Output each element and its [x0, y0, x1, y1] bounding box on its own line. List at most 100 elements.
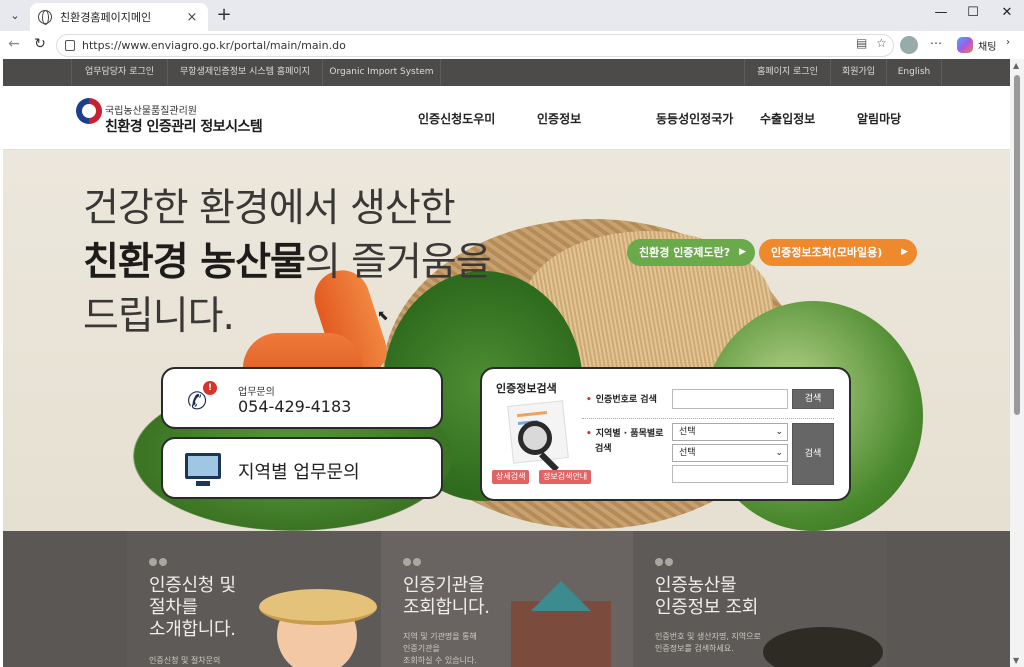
- bullet-icon: •: [586, 395, 592, 405]
- region-search-input[interactable]: [672, 465, 788, 483]
- util-staff-login[interactable]: 업무담당자 로그인: [71, 59, 167, 86]
- web-page: 업무담당자 로그인 무항생제인증정보 시스템 홈페이지 Organic Impo…: [3, 59, 1010, 667]
- dots-icon: [655, 551, 675, 570]
- profile-avatar[interactable]: [900, 36, 918, 54]
- bottom-card-desc-line: 인증기관을: [403, 644, 440, 653]
- divider: [582, 418, 834, 419]
- bottom-card-title: 인증기관을 조회합니다.: [403, 575, 490, 619]
- bottom-card-title-line: 인증농산물: [655, 575, 737, 596]
- produce-bowl-image: [763, 627, 883, 667]
- region-select[interactable]: 선택 ⌄: [672, 423, 788, 441]
- hero-line-2-rest: 의 즐거움을: [304, 240, 492, 285]
- tab-list-chevron-icon[interactable]: ⌄: [5, 5, 25, 25]
- bottom-card-procedure[interactable]: 인증신청 및 절차를 소개합니다. 인증신청 및 절차문의: [127, 531, 381, 667]
- region-inquiry-label: 지역별 업무문의: [238, 462, 360, 483]
- copilot-icon[interactable]: [957, 37, 973, 53]
- new-tab-button[interactable]: +: [214, 4, 234, 25]
- bottom-card-desc-line: 인증정보를 검색하세요.: [655, 644, 734, 653]
- chevron-down-icon: ⌄: [775, 427, 783, 437]
- mobile-cert-search-button[interactable]: 인증정보조회(모바일용) ▶: [759, 239, 917, 266]
- cert-no-input[interactable]: [672, 389, 788, 409]
- hero-line-2: 친환경 농산물의 즐거움을: [83, 231, 492, 287]
- arrow-right-icon: ▶: [739, 247, 746, 257]
- globe-icon: [38, 10, 52, 25]
- browser-tab[interactable]: 친환경홈페이지메인 ×: [30, 3, 208, 31]
- region-item-label: • 지역별 · 품목별로: [586, 426, 663, 439]
- alert-badge: !: [203, 381, 217, 395]
- item-select-value: 선택: [679, 448, 696, 458]
- bottom-card-title: 인증신청 및 절차를 소개합니다.: [149, 575, 236, 641]
- search-illustration: [498, 399, 578, 472]
- bottom-card-desc: 지역 및 기관명을 통해 인증기관을 조회하실 수 있습니다.: [403, 631, 477, 667]
- logo-system-name[interactable]: 친환경 인증관리 정보시스템: [105, 116, 263, 136]
- gnb-notice[interactable]: 알림마당: [857, 110, 901, 127]
- scroll-down-icon[interactable]: ▼: [1013, 656, 1019, 665]
- item-select[interactable]: 선택 ⌄: [672, 444, 788, 462]
- refresh-icon[interactable]: ↻: [30, 36, 50, 52]
- util-signup[interactable]: 회원가입: [830, 59, 886, 86]
- detail-search-button[interactable]: 상세검색: [492, 470, 530, 484]
- scrollbar-thumb[interactable]: [1014, 75, 1020, 415]
- maximize-button[interactable]: ☐: [958, 5, 988, 20]
- more-menu-icon[interactable]: ⋯: [930, 36, 942, 50]
- contact-card[interactable]: ✆ ! 업무문의 054-429-4183: [161, 367, 443, 429]
- gnb-cert-info[interactable]: 인증정보: [537, 110, 581, 127]
- favorite-star-icon[interactable]: ☆: [876, 36, 887, 50]
- mobile-cert-search-label: 인증정보조회(모바일용): [771, 246, 883, 259]
- util-home-login[interactable]: 홈페이지 로그인: [744, 59, 830, 86]
- site-info-icon[interactable]: [65, 40, 75, 51]
- doc-line: [517, 410, 548, 418]
- chat-label[interactable]: 채팅: [978, 38, 996, 53]
- logo-agency-name[interactable]: 국립농산물품질관리원: [105, 102, 197, 117]
- search-panel-title: 인증정보검색: [496, 382, 557, 395]
- close-window-button[interactable]: ✕: [992, 5, 1022, 20]
- minimize-button[interactable]: —: [926, 5, 956, 20]
- bottom-card-product-info[interactable]: 인증농산물 인증정보 조회 인증번호 및 생산자명, 지역으로 인증정보를 검색…: [633, 531, 887, 667]
- bottom-card-desc: 인증신청 및 절차문의: [149, 656, 221, 665]
- bottom-card-title-line: 절차를: [149, 597, 198, 618]
- bottom-card-agency[interactable]: 인증기관을 조회합니다. 지역 및 기관명을 통해 인증기관을 조회하실 수 있…: [381, 531, 633, 667]
- back-arrow-icon[interactable]: ←: [4, 36, 24, 52]
- bottom-card-desc-line: 조회하실 수 있습니다.: [403, 656, 477, 665]
- cert-system-button[interactable]: 친환경 인증제도란? ▶: [627, 239, 755, 266]
- hero-banner: 건강한 환경에서 생산한 친환경 농산물의 즐거움을 드립니다. 친환경 인증제…: [3, 151, 1010, 531]
- region-item-label-2: 검색: [595, 444, 612, 454]
- url-field[interactable]: https://www.enviagro.go.kr/portal/main/m…: [56, 34, 894, 57]
- cert-no-label: • 인증번호로 검색: [586, 392, 657, 405]
- region-item-label-text: 지역별 · 품목별로: [595, 429, 664, 439]
- gnb-import-export[interactable]: 수출입정보: [760, 110, 815, 127]
- bottom-card-title-line: 조회합니다.: [403, 597, 490, 618]
- mouse-cursor-icon: ⬉: [377, 308, 389, 324]
- scroll-up-icon[interactable]: ▲: [1013, 61, 1019, 70]
- search-guide-button[interactable]: 정보검색안내: [539, 470, 592, 484]
- building-image: [511, 601, 611, 667]
- chevron-down-icon: ⌄: [775, 448, 783, 458]
- government-emblem-icon[interactable]: [76, 98, 102, 124]
- bottom-card-desc: 인증번호 및 생산자명, 지역으로 인증정보를 검색하세요.: [655, 631, 761, 655]
- page-scrollbar[interactable]: ▲ ▼: [1010, 59, 1024, 667]
- bullet-icon: •: [586, 429, 592, 439]
- gnb-cert-guide[interactable]: 인증신청도우미: [418, 110, 495, 127]
- tab-close-icon[interactable]: ×: [184, 10, 200, 25]
- cert-no-search-button[interactable]: 검색: [792, 389, 834, 409]
- hero-line-3: 드립니다.: [83, 294, 235, 339]
- region-inquiry-card[interactable]: 지역별 업무문의: [161, 437, 443, 499]
- utility-bar: 업무담당자 로그인 무항생제인증정보 시스템 홈페이지 Organic Impo…: [3, 59, 1010, 86]
- chat-chevron-icon[interactable]: ›: [1006, 37, 1010, 48]
- contact-phone-number: 054-429-4183: [238, 397, 352, 416]
- reader-view-icon[interactable]: ▤: [856, 36, 867, 50]
- arrow-right-icon: ▶: [901, 247, 908, 257]
- util-antibiotic-free-site[interactable]: 무항생제인증정보 시스템 홈페이지: [167, 59, 322, 86]
- util-english[interactable]: English: [886, 59, 942, 86]
- bottom-card-desc-line: 인증번호 및 생산자명, 지역으로: [655, 632, 761, 641]
- cert-system-label: 친환경 인증제도란?: [639, 246, 731, 259]
- bottom-card-title: 인증농산물 인증정보 조회: [655, 575, 758, 619]
- contact-label: 업무문의: [238, 387, 275, 398]
- magnifier-icon: [518, 421, 552, 455]
- region-search-button[interactable]: 검색: [792, 423, 834, 485]
- cert-no-label-text: 인증번호로 검색: [595, 395, 657, 405]
- region-select-value: 선택: [679, 427, 696, 437]
- util-organic-import-system[interactable]: Organic Import System: [322, 59, 441, 86]
- tab-title: 친환경홈페이지메인: [60, 11, 152, 24]
- gnb-equivalence[interactable]: 동등성인정국가: [656, 110, 733, 127]
